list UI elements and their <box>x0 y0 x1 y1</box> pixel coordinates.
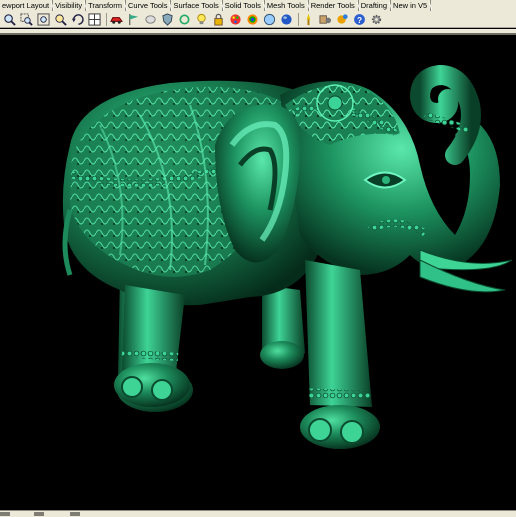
mesh-icon[interactable] <box>279 12 293 26</box>
shield-icon[interactable] <box>160 12 174 26</box>
scroll-marker <box>70 512 80 516</box>
standard-toolbar: ? <box>0 11 516 28</box>
light-cone-icon[interactable] <box>318 12 332 26</box>
scroll-marker <box>0 512 10 516</box>
gear-icon[interactable] <box>369 12 383 26</box>
sphere-icon[interactable] <box>262 12 276 26</box>
toolbar-separator <box>298 12 299 26</box>
zoom-extents-icon[interactable] <box>36 12 50 26</box>
flag-icon[interactable] <box>126 12 140 26</box>
tab-solid-tools[interactable]: Solid Tools <box>223 0 265 11</box>
help-icon[interactable]: ? <box>352 12 366 26</box>
tab-new-in-v5[interactable]: New in V5 <box>391 0 432 11</box>
zoom-window-icon[interactable] <box>19 12 33 26</box>
tab-visibility[interactable]: Visibility <box>53 0 87 11</box>
svg-text:?: ? <box>356 14 361 24</box>
tab-mesh-tools[interactable]: Mesh Tools <box>265 0 309 11</box>
tab-drafting[interactable]: Drafting <box>359 0 392 11</box>
toolbar-separator <box>106 12 107 26</box>
tab-surface-tools[interactable]: Surface Tools <box>171 0 223 11</box>
tab-transform[interactable]: Transform <box>86 0 126 11</box>
undo-view-icon[interactable] <box>70 12 84 26</box>
render-cog-icon[interactable] <box>335 12 349 26</box>
tab-curve-tools[interactable]: Curve Tools <box>126 0 172 11</box>
render-sphere-icon[interactable] <box>301 12 315 26</box>
lightbulb-icon[interactable] <box>194 12 208 26</box>
scroll-marker <box>34 512 44 516</box>
perspective-viewport[interactable] <box>0 35 516 510</box>
zoom-icon[interactable] <box>2 12 16 26</box>
car-icon[interactable] <box>109 12 123 26</box>
palette-icon[interactable] <box>228 12 242 26</box>
refresh-icon[interactable] <box>177 12 191 26</box>
lock-icon[interactable] <box>211 12 225 26</box>
ghost-icon[interactable] <box>143 12 157 26</box>
tab-viewport-layout[interactable]: ewport Layout <box>0 0 54 11</box>
four-viewports-icon[interactable] <box>87 12 101 26</box>
rainbow-icon[interactable] <box>245 12 259 26</box>
zoom-selected-icon[interactable] <box>53 12 67 26</box>
tab-render-tools[interactable]: Render Tools <box>309 0 359 11</box>
elephant-model <box>62 64 513 449</box>
